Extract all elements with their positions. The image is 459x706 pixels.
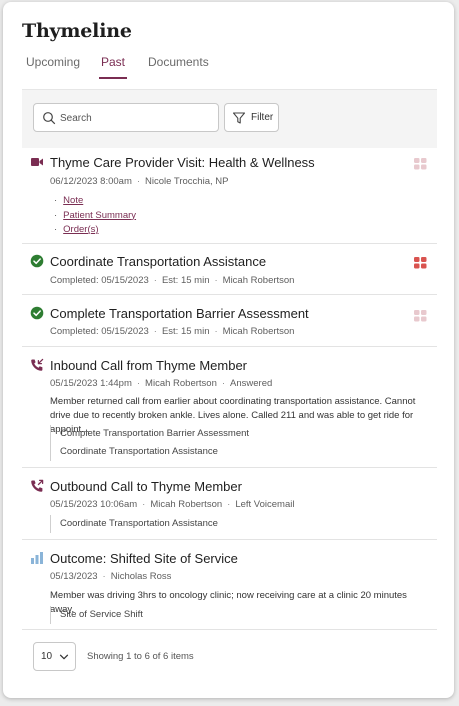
item-date: 05/15/2023 10:06am	[50, 499, 138, 510]
timeline-item-call: Inbound Call from Thyme Member 05/15/202…	[22, 347, 437, 468]
item-meta: 05/13/2023 · Nicholas Ross	[50, 571, 172, 582]
search-icon	[43, 112, 56, 125]
item-outcome: Left Voicemail	[235, 499, 295, 510]
link-item: Order(s)	[54, 224, 136, 239]
inbound-call-icon	[31, 358, 44, 371]
apps-grid-icon[interactable]	[414, 257, 427, 269]
patient-summary-link[interactable]: Patient Summary	[63, 210, 136, 221]
note-link[interactable]: Note	[63, 195, 83, 206]
timeline-panel: Filter Thyme Care Provider Visit: Health…	[22, 89, 437, 689]
related-tasks: Site of Service Shift	[50, 606, 143, 624]
item-date: 05/13/2023	[50, 571, 98, 582]
chevron-down-icon	[59, 654, 69, 660]
item-title: Coordinate Transportation Assistance	[50, 254, 267, 269]
apps-grid-icon[interactable]	[414, 158, 427, 170]
related-task: Coordinate Transportation Assistance	[60, 446, 218, 457]
item-title: Outcome: Shifted Site of Service	[50, 551, 238, 566]
item-meta: 05/15/2023 10:06am · Micah Robertson · Left …	[50, 499, 295, 510]
item-links: Note Patient Summary Order(s)	[54, 195, 136, 239]
related-task: Site of Service Shift	[60, 609, 143, 620]
timeline-card: Thymeline Upcoming Past Documents Filter	[3, 2, 454, 698]
filter-button[interactable]: Filter	[224, 103, 279, 132]
item-estimate: Est: 15 min	[161, 326, 210, 337]
item-date: 06/12/2023 8:00am	[50, 176, 132, 187]
item-person: Micah Robertson	[222, 326, 295, 337]
related-tasks: Complete Transportation Barrier Assessme…	[50, 425, 249, 461]
item-person: Nicole Trocchia, NP	[145, 176, 229, 187]
item-meta: Completed: 05/15/2023 · Est: 15 min · Micah …	[50, 275, 295, 286]
related-task: Complete Transportation Barrier Assessme…	[60, 428, 250, 439]
timeline-item-task: Complete Transportation Barrier Assessme…	[22, 295, 437, 347]
item-person: Micah Robertson	[145, 378, 217, 389]
pagination-summary: Showing 1 to 6 of 6 items	[87, 651, 194, 662]
item-person: Nicholas Ross	[110, 571, 172, 582]
item-title: Inbound Call from Thyme Member	[50, 358, 248, 373]
related-task: Coordinate Transportation Assistance	[60, 518, 218, 529]
search-box	[33, 103, 219, 132]
timeline-item-call: Outbound Call to Thyme Member 05/15/2023…	[22, 468, 437, 540]
bar-chart-icon	[31, 552, 43, 564]
tab-documents[interactable]: Documents	[148, 55, 209, 77]
video-icon	[31, 158, 43, 166]
app-logo: Thymeline	[22, 20, 132, 42]
filter-icon	[232, 112, 246, 124]
link-item: Note	[54, 195, 136, 210]
orders-link[interactable]: Order(s)	[63, 224, 98, 235]
related-tasks: Coordinate Transportation Assistance	[50, 515, 218, 533]
item-title: Outbound Call to Thyme Member	[50, 479, 242, 494]
item-estimate: Est: 15 min	[161, 275, 210, 286]
timeline-item-task: Coordinate Transportation Assistance Com…	[22, 244, 437, 295]
check-circle-icon	[30, 254, 44, 268]
link-item: Patient Summary	[54, 210, 136, 225]
check-circle-icon	[30, 306, 44, 320]
item-meta: 05/15/2023 1:44pm · Micah Robertson · Answer…	[50, 378, 273, 389]
item-person: Micah Robertson	[222, 275, 295, 286]
outbound-call-icon	[31, 479, 44, 492]
tab-upcoming[interactable]: Upcoming	[26, 55, 80, 77]
timeline-item-visit: Thyme Care Provider Visit: Health & Well…	[22, 147, 437, 244]
page-size-select[interactable]: 10	[33, 642, 76, 671]
search-input[interactable]	[60, 109, 210, 127]
item-status: Completed: 05/15/2023	[50, 326, 149, 337]
item-title: Complete Transportation Barrier Assessme…	[50, 306, 309, 321]
apps-grid-icon[interactable]	[414, 310, 427, 322]
item-outcome: Answered	[230, 378, 273, 389]
timeline-item-outcome: Outcome: Shifted Site of Service 05/13/2…	[22, 540, 437, 630]
toolbar: Filter	[22, 89, 437, 148]
page-size-value: 10	[41, 651, 53, 662]
item-meta: Completed: 05/15/2023 · Est: 15 min · Micah …	[50, 326, 295, 337]
item-title: Thyme Care Provider Visit: Health & Well…	[50, 155, 315, 170]
item-meta: 06/12/2023 8:00am · Nicole Trocchia, NP	[50, 176, 229, 187]
tab-past[interactable]: Past	[98, 55, 128, 79]
item-status: Completed: 05/15/2023	[50, 275, 149, 286]
item-date: 05/15/2023 1:44pm	[50, 378, 132, 389]
item-person: Micah Robertson	[150, 499, 223, 510]
filter-label: Filter	[251, 112, 274, 123]
